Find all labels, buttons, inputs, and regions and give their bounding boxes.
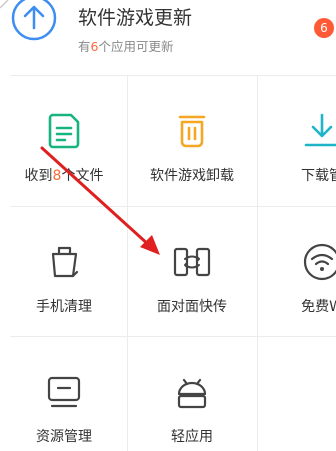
tools-grid: 收到8个文件 软件游戏卸载 下载管 手机清理 面对面快传 [10, 75, 336, 451]
face-to-face-transfer-icon [173, 247, 211, 277]
tile-light-apps[interactable]: 轻应用 [128, 336, 256, 451]
tile-label: 软件游戏卸载 [150, 168, 234, 184]
tile-label: 面对面快传 [157, 299, 227, 315]
download-icon [304, 113, 336, 147]
software-update-row[interactable]: 软件游戏更新 有6个应用可更新 6 [0, 0, 336, 70]
tile-label-prefix: 收到 [24, 168, 53, 184]
update-subtitle-prefix: 有 [78, 39, 91, 54]
tile-label: 轻应用 [171, 429, 213, 445]
tile-label: 下载管 [301, 168, 336, 184]
tile-label: 资源管理 [36, 429, 92, 445]
update-subtitle-suffix: 个应用可更新 [98, 39, 174, 54]
tile-face-to-face-transfer[interactable]: 面对面快传 [128, 206, 256, 334]
tile-label: 手机清理 [36, 299, 92, 315]
resource-manager-icon [47, 376, 81, 408]
phone-clean-icon [51, 246, 79, 278]
update-subtitle: 有6个应用可更新 [78, 36, 173, 55]
upload-arrow-icon [11, 0, 57, 41]
update-badge: 6 [314, 18, 334, 38]
tile-received-files[interactable]: 收到8个文件 [0, 75, 128, 203]
wifi-icon [303, 243, 336, 281]
tile-download-manager[interactable]: 下载管 [258, 75, 336, 203]
file-received-icon [48, 113, 80, 149]
update-title: 软件游戏更新 [78, 7, 193, 29]
tile-free-wifi[interactable]: 免费W [258, 206, 336, 334]
tile-label: 收到8个文件 [0, 165, 128, 185]
tile-phone-clean[interactable]: 手机清理 [0, 206, 128, 334]
tile-label-suffix: 个文件 [61, 168, 104, 184]
tile-label: 免费W [301, 299, 336, 315]
trash-icon [178, 115, 206, 148]
tile-uninstall-apps[interactable]: 软件游戏卸载 [128, 75, 256, 203]
tile-resource-manager[interactable]: 资源管理 [0, 336, 128, 451]
android-light-app-icon [177, 378, 207, 409]
